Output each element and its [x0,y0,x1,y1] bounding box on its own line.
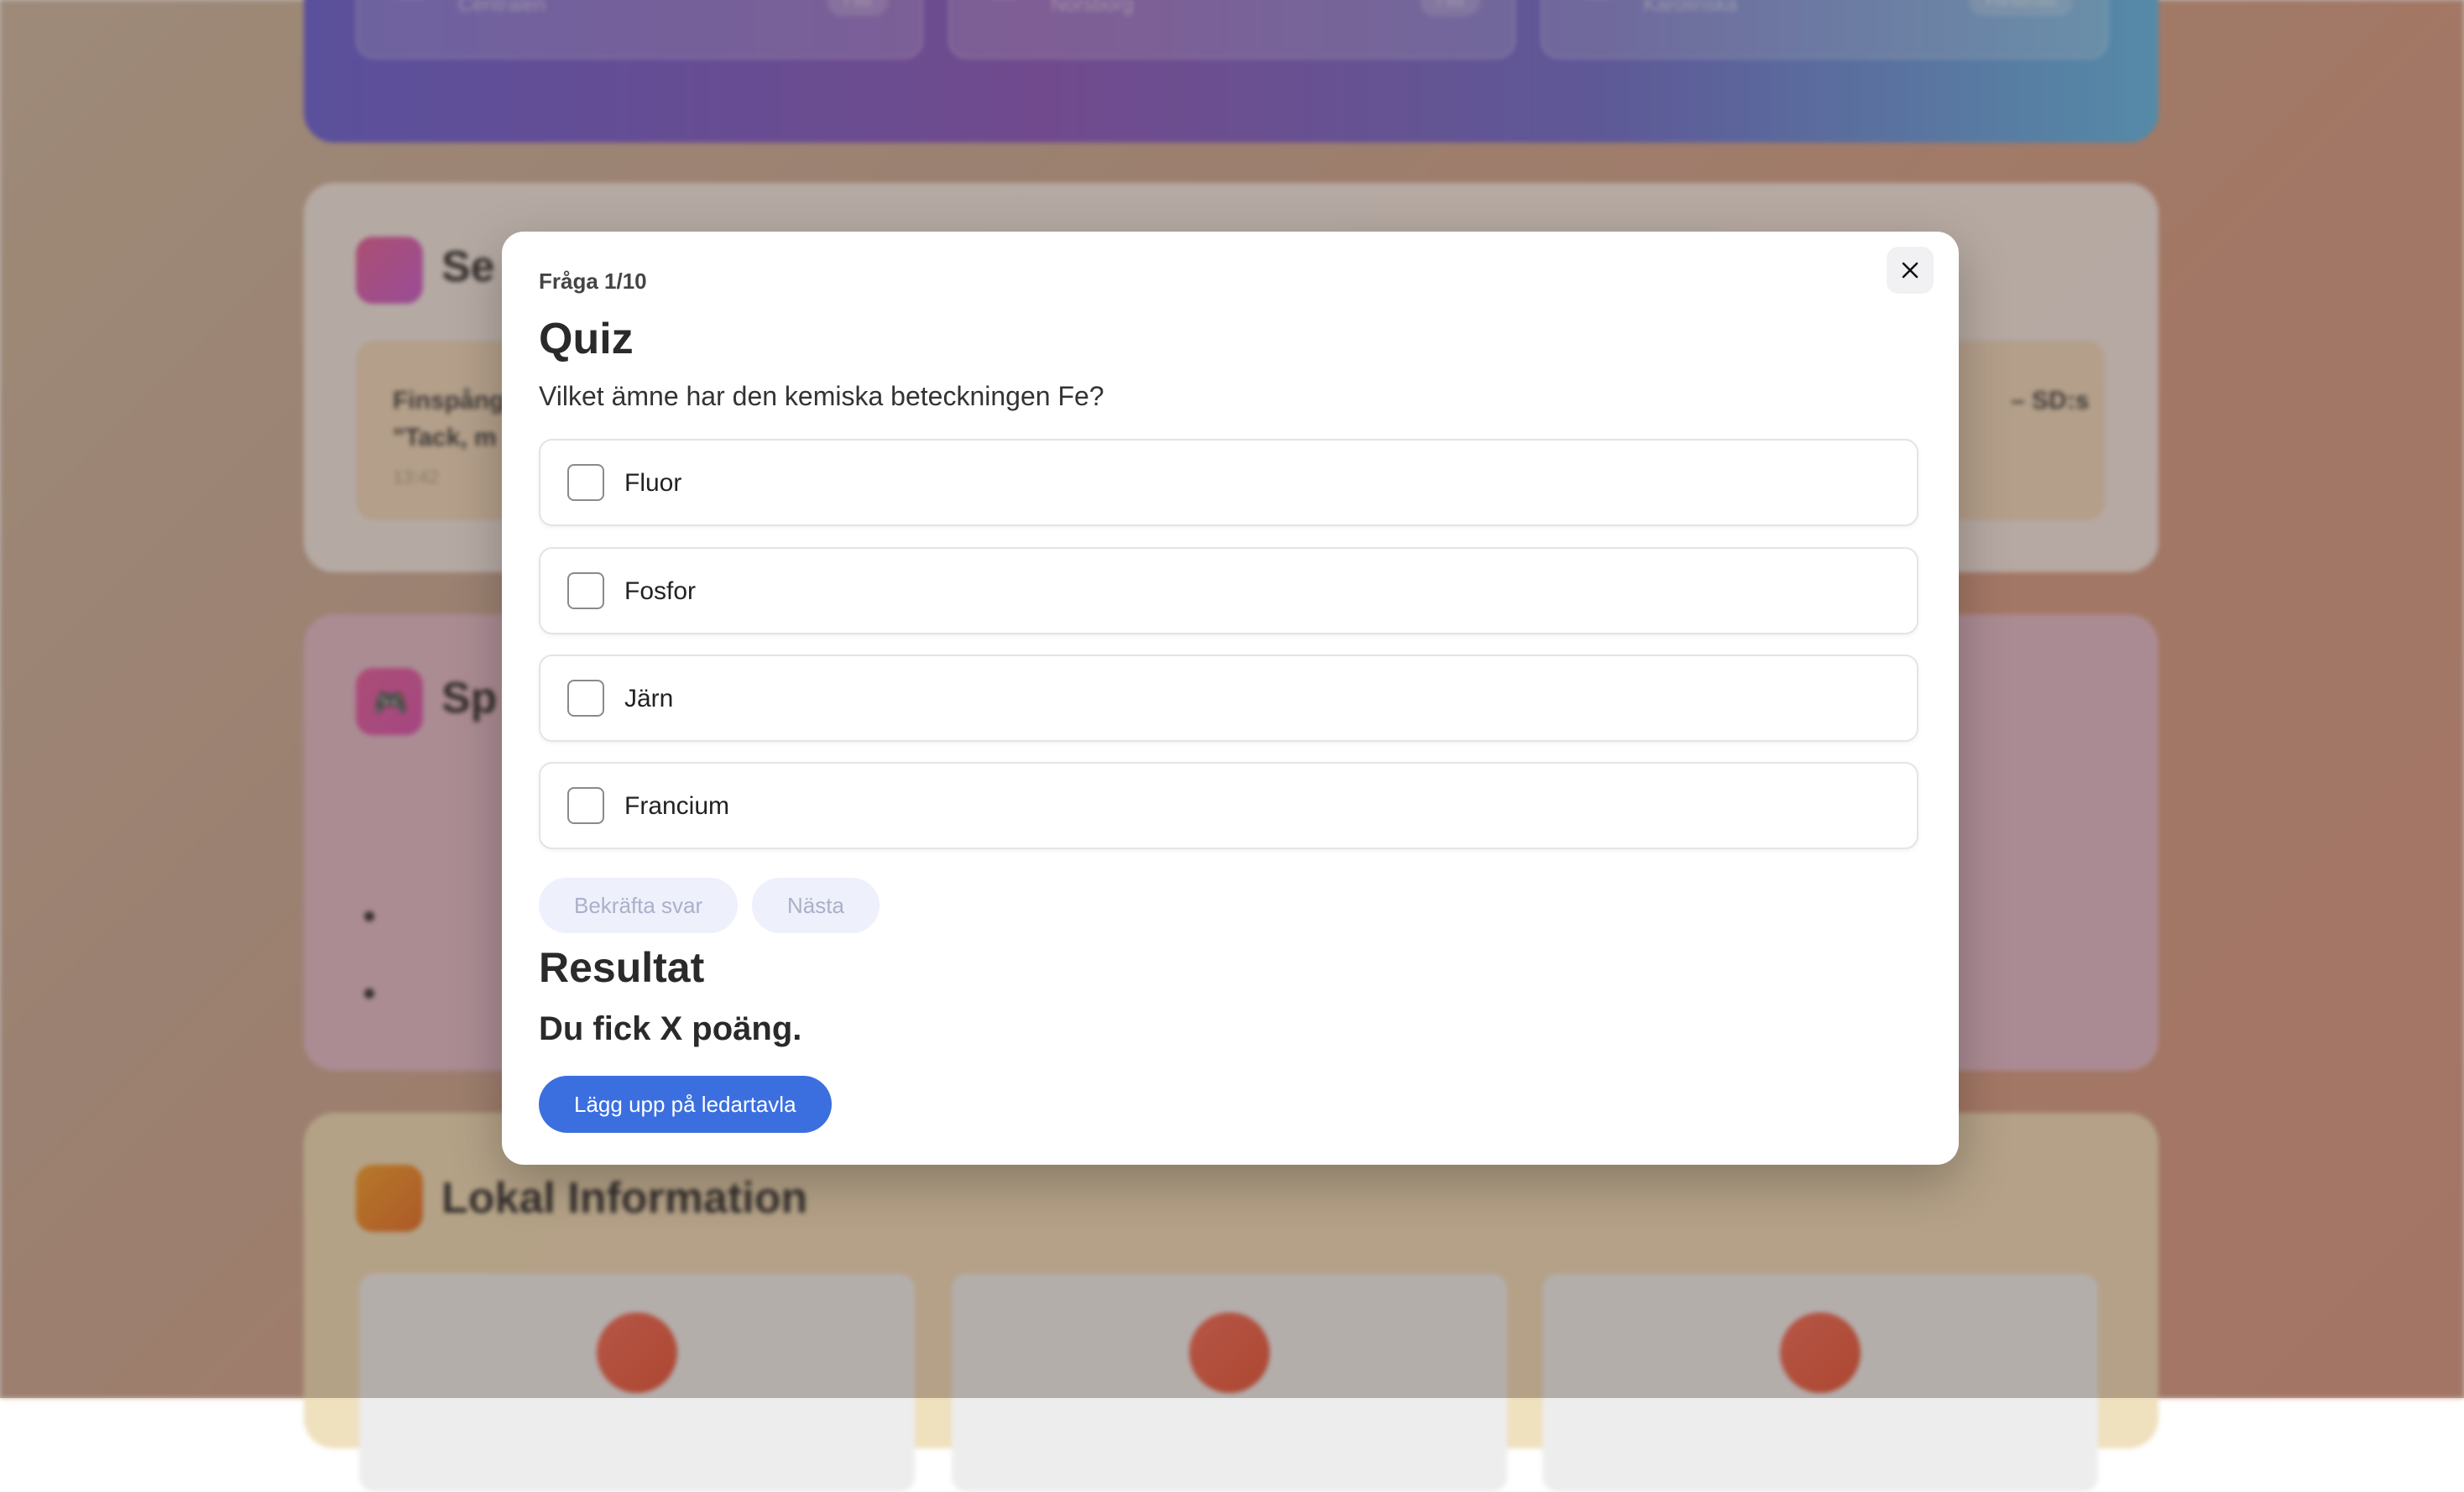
question-counter: Fråga 1/10 [539,269,647,294]
answer-option[interactable]: Fosfor [539,547,1918,634]
question-text: Vilket ämne har den kemiska beteckningen… [539,381,1104,411]
answer-option[interactable]: Järn [539,655,1918,742]
answer-label: Fluor [624,469,682,497]
checkbox[interactable] [567,787,604,824]
quiz-title: Quiz [539,315,634,363]
post-to-leaderboard-button[interactable]: Lägg upp på ledartavla [539,1076,832,1133]
checkbox[interactable] [567,680,604,717]
answer-option[interactable]: Fluor [539,439,1918,526]
close-button[interactable] [1887,247,1934,294]
answer-label: Francium [624,792,730,820]
answer-option[interactable]: Francium [539,762,1918,849]
checkbox[interactable] [567,464,604,501]
close-icon [1902,262,1918,279]
result-title: Resultat [539,944,705,991]
answer-label: Järn [624,685,674,712]
confirm-answer-button[interactable]: Bekräfta svar [539,878,739,933]
checkbox[interactable] [567,572,604,609]
answer-label: Fosfor [624,577,697,605]
next-button[interactable]: Nästa [752,878,880,933]
result-score-text: Du fick X poäng. [539,1010,802,1047]
quiz-modal: Fråga 1/10 Quiz Vilket ämne har den kemi… [502,232,1959,1165]
